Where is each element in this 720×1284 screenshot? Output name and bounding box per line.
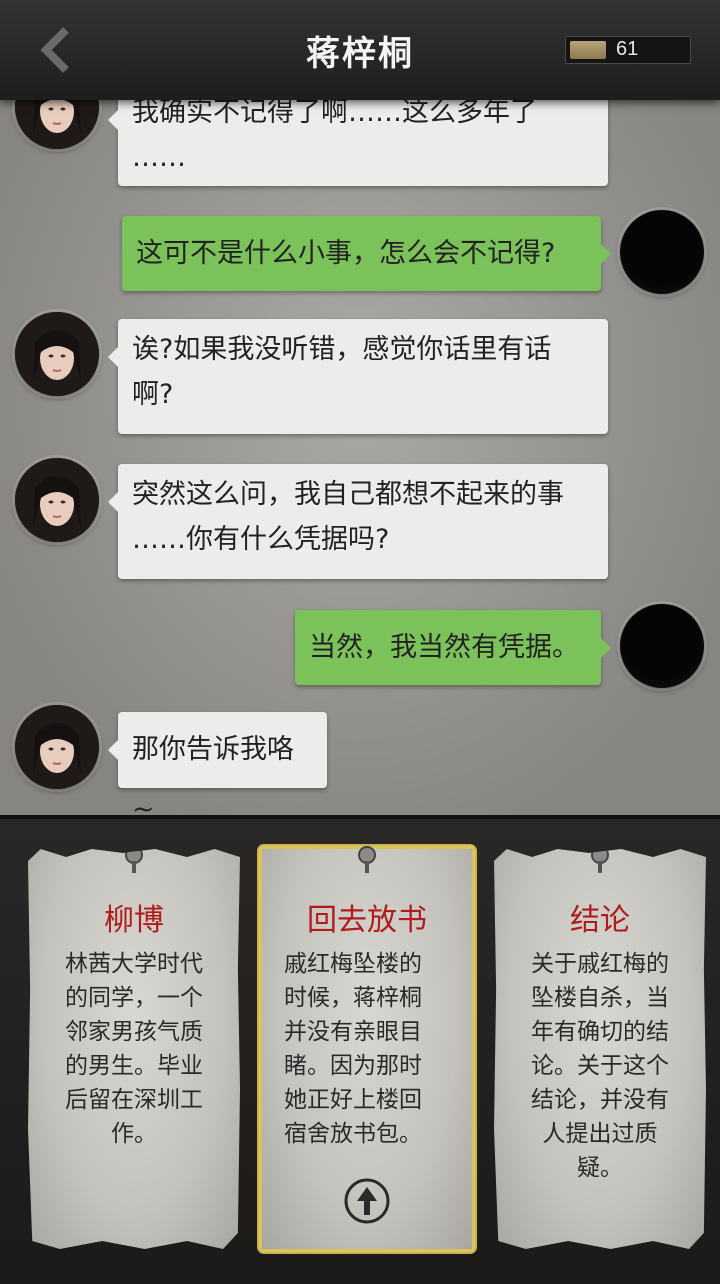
- message-line: ……你有什么凭据吗?: [132, 524, 390, 555]
- arrow-up-icon: [344, 1178, 390, 1224]
- player-avatar: [620, 604, 704, 688]
- card-description: 关于戚红梅的 坠楼自杀，当 年有确切的结 论。关于这个 结论，并没有 人提出过质 疑。: [531, 951, 669, 1181]
- clue-card-conclusion[interactable]: 结论 关于戚红梅的 坠楼自杀，当 年有确切的结 论。关于这个 结论，并没有 人提出过质…: [494, 849, 706, 1249]
- player-avatar: [620, 210, 704, 294]
- chat-message: 那你告诉我咯~: [108, 712, 327, 815]
- clue-card-liubo[interactable]: 柳博 林茜大学时代 的同学，一个 邻家男孩气质 的男生。毕业 后留在深圳工 作。: [28, 849, 240, 1249]
- chat-message-me: 这可不是什么小事，怎么会不记得?: [122, 216, 611, 291]
- card-description: 戚红梅坠楼的 时候，蒋梓桐 并没有亲眼目 睹。因为那时 她正好上楼回 宿舍放书包。: [284, 951, 422, 1147]
- chat-message: 突然这么问，我自己都想不起来的事 ……你有什么凭据吗?: [108, 464, 608, 579]
- girl-portrait-icon: [15, 705, 99, 789]
- message-line: 诶?如果我没听错，感觉你话里有话: [132, 334, 552, 365]
- chat-message-me: 当然，我当然有凭据。: [295, 610, 611, 685]
- pin-icon: [358, 846, 376, 873]
- chat-message: 我确实不记得了啊……这么多年了 ……: [108, 100, 608, 186]
- card-title: 回去放书: [307, 903, 427, 938]
- coin-count: 61: [616, 38, 639, 60]
- chat-area[interactable]: 我确实不记得了啊……这么多年了 …… 这可不是什么小事，怎么会不记得? 诶?如果…: [0, 100, 720, 815]
- card-title: 柳博: [104, 903, 164, 938]
- chat-message: 诶?如果我没听错，感觉你话里有话 啊?: [108, 319, 608, 434]
- npc-avatar: [15, 100, 99, 149]
- card-description: 林茜大学时代 的同学，一个 邻家男孩气质 的男生。毕业 后留在深圳工 作。: [65, 951, 203, 1147]
- clue-card-tray: 柳博 林茜大学时代 的同学，一个 邻家男孩气质 的男生。毕业 后留在深圳工 作。 回去…: [0, 815, 720, 1284]
- message-line: 当然，我当然有凭据。: [309, 632, 579, 663]
- message-line: 突然这么问，我自己都想不起来的事: [132, 479, 564, 510]
- girl-portrait-icon: [15, 312, 99, 396]
- message-line: ……: [132, 142, 186, 173]
- girl-portrait-icon: [15, 100, 99, 149]
- pin-icon: [591, 849, 609, 873]
- message-line: 啊?: [132, 379, 174, 410]
- top-bar: 蒋梓桐 61: [0, 0, 720, 100]
- pin-icon: [125, 849, 143, 873]
- card-title: 结论: [570, 903, 630, 938]
- npc-avatar: [15, 312, 99, 396]
- coin-icon: [570, 41, 606, 59]
- message-line: 那你告诉我咯~: [132, 734, 294, 815]
- npc-avatar: [15, 705, 99, 789]
- message-line: 这可不是什么小事，怎么会不记得?: [136, 238, 556, 269]
- npc-avatar: [15, 458, 99, 542]
- message-line: 我确实不记得了啊……这么多年了: [132, 100, 537, 128]
- coin-counter: 61: [565, 36, 691, 64]
- girl-portrait-icon: [15, 458, 99, 542]
- clue-card-back-to-dorm[interactable]: 回去放书 戚红梅坠楼的 时候，蒋梓桐 并没有亲眼目 睹。因为那时 她正好上楼回 宿舍放…: [257, 844, 477, 1254]
- present-clue-button[interactable]: [343, 1177, 391, 1225]
